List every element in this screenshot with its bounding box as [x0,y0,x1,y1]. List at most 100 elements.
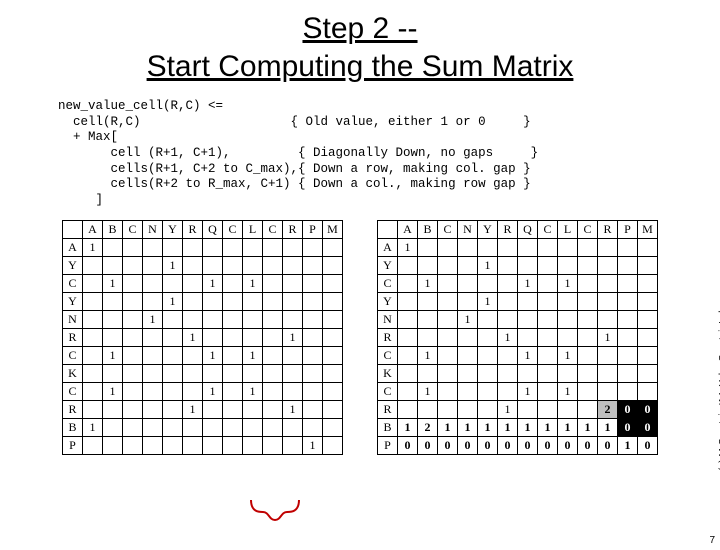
cell [418,239,438,257]
cell [203,365,223,383]
right-matrix: ABCNYRQCLCRPMA1Y1C111Y1N1R11C111KC111R12… [377,220,658,455]
cell [478,401,498,419]
cell: 1 [83,419,103,437]
cell: 1 [163,293,183,311]
cell [283,383,303,401]
cell: 0 [578,437,598,455]
cell [323,437,343,455]
cell [538,329,558,347]
cell [123,383,143,401]
row-header: R [63,401,83,419]
cell [303,311,323,329]
col-header: C [438,221,458,239]
cell [203,257,223,275]
cell [498,383,518,401]
page-number: 7 [709,535,715,546]
cell [638,383,658,401]
cell [223,275,243,293]
cell: 1 [598,419,618,437]
cell [478,239,498,257]
cell [263,365,283,383]
cell [143,437,163,455]
cell: 0 [638,437,658,455]
cell [283,311,303,329]
cell [438,311,458,329]
cell [203,329,223,347]
cell [323,329,343,347]
cell [283,257,303,275]
cell [518,329,538,347]
cell [478,329,498,347]
cell [498,239,518,257]
cell [598,347,618,365]
cell [303,239,323,257]
cell [263,275,283,293]
cell [598,293,618,311]
cell [538,347,558,365]
row-header: A [378,239,398,257]
col-header: R [598,221,618,239]
cell [203,293,223,311]
col-header: P [303,221,323,239]
cell: 1 [163,257,183,275]
cell [578,329,598,347]
title-line1: Step 2 -- [302,12,417,45]
cell [323,383,343,401]
matrices-area: ABCNYRQCLCRPMA1Y1C111Y1N1R11C111KC111R11… [0,220,720,455]
cell [638,329,658,347]
cell [458,293,478,311]
cell: 1 [103,383,123,401]
cell [438,347,458,365]
cell [243,437,263,455]
cell [458,329,478,347]
cell [303,257,323,275]
cell [203,419,223,437]
cell: 1 [203,275,223,293]
cell [83,329,103,347]
cell [538,239,558,257]
col-header: N [143,221,163,239]
cell: 1 [283,401,303,419]
cell [598,257,618,275]
cell [123,365,143,383]
row-header: Y [378,257,398,275]
cell [83,293,103,311]
cell [618,383,638,401]
cell: 1 [398,239,418,257]
cell [618,257,638,275]
cell: 1 [243,347,263,365]
cell [438,275,458,293]
cell [323,293,343,311]
cell [203,437,223,455]
cell [83,257,103,275]
row-header: C [63,347,83,365]
cell [538,275,558,293]
cell [143,401,163,419]
cell [143,365,163,383]
cell [478,275,498,293]
cell [183,347,203,365]
cell [598,365,618,383]
cell [263,347,283,365]
cell [398,383,418,401]
col-header: C [263,221,283,239]
cell [538,293,558,311]
cell [418,257,438,275]
col-header: Y [478,221,498,239]
cell [263,401,283,419]
cell [618,275,638,293]
cell [183,239,203,257]
cell [163,347,183,365]
cell [398,365,418,383]
cell [263,419,283,437]
cell [203,239,223,257]
cell: 1 [303,437,323,455]
cell [638,275,658,293]
cell: 0 [438,437,458,455]
cell [123,437,143,455]
cell: 1 [518,347,538,365]
row-header: R [63,329,83,347]
cell: 1 [478,293,498,311]
row-header: Y [378,293,398,311]
row-header: C [63,275,83,293]
